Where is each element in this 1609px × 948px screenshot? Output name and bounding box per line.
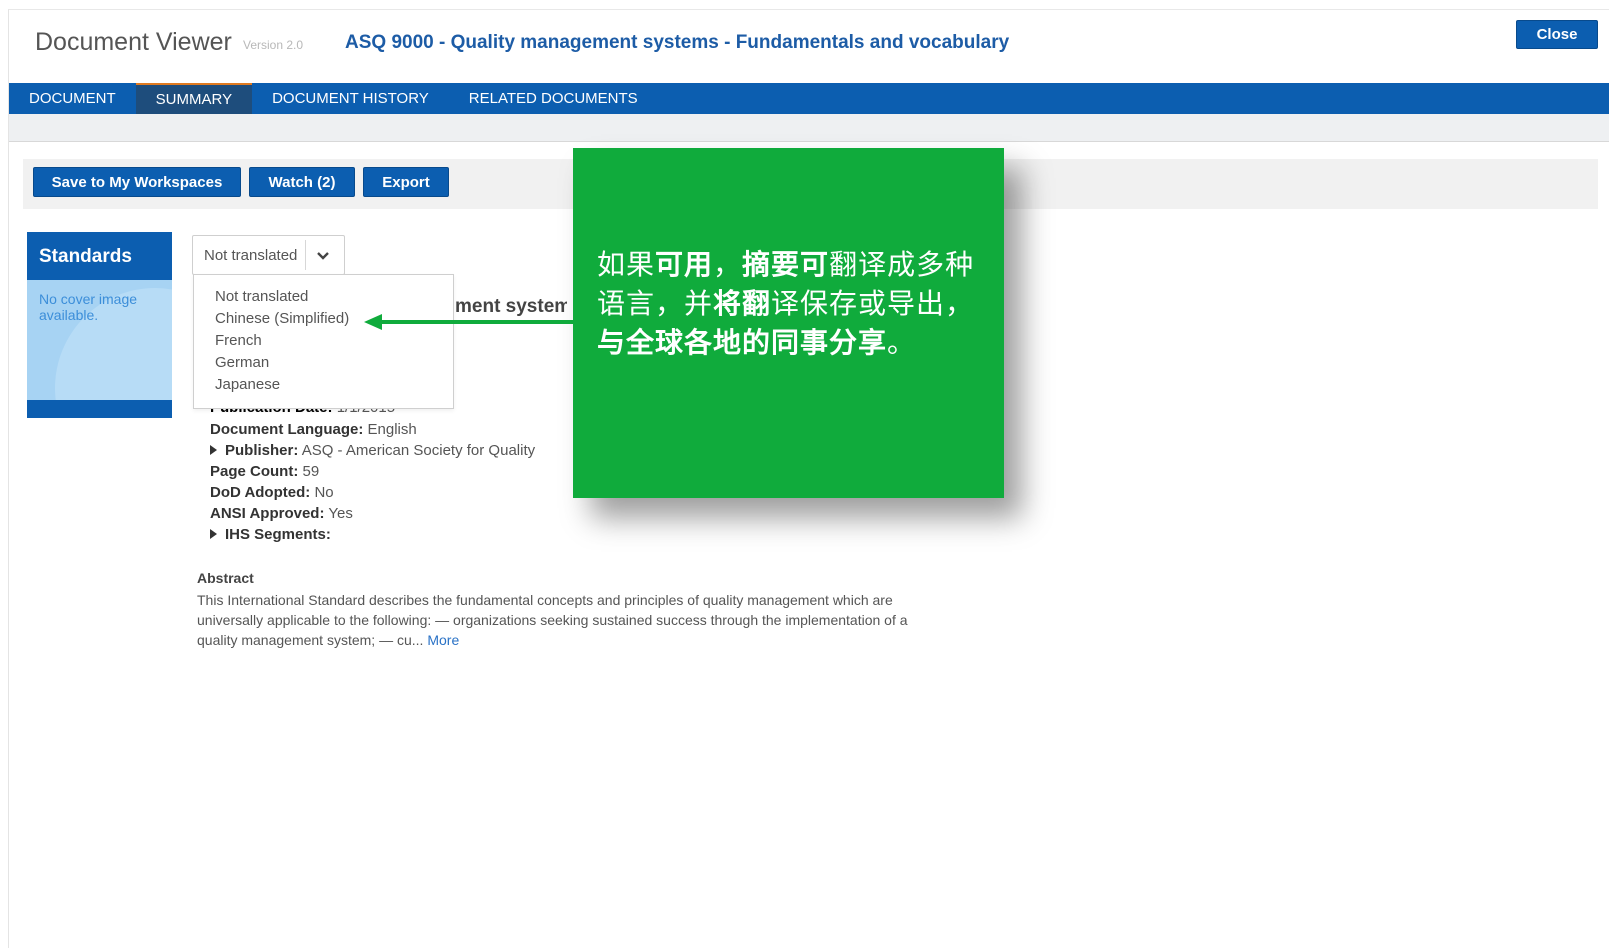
callout-segment: 将翻 [713, 287, 772, 320]
option-not-translated[interactable]: Not translated [215, 288, 308, 305]
document-language-label: Document Language: [210, 421, 364, 438]
arrow-left-icon [364, 314, 574, 330]
callout-segment: 译保存或导出， [771, 287, 975, 320]
tab-related-documents[interactable]: RELATED DOCUMENTS [449, 83, 658, 114]
category-heading: Standards [27, 232, 172, 280]
option-chinese-simplified[interactable]: Chinese (Simplified) [215, 310, 349, 327]
publisher-row[interactable]: Publisher: ASQ - American Society for Qu… [210, 442, 535, 459]
callout-segment: 翻 [829, 248, 859, 281]
document-viewer-window: Document Viewer Version 2.0 ASQ 9000 - Q… [8, 9, 1609, 948]
translation-select[interactable]: Not translated [192, 235, 345, 275]
cover-panel: Standards No cover image available. [27, 232, 172, 418]
expand-triangle-icon[interactable] [210, 529, 217, 539]
expand-triangle-icon[interactable] [210, 445, 217, 455]
callout-segment: 译成多种 [858, 248, 975, 281]
ansi-approved-row: ANSI Approved: Yes [210, 505, 353, 522]
abstract-text: This International Standard describes th… [197, 590, 927, 650]
tab-document[interactable]: DOCUMENT [9, 83, 136, 114]
callout-segment: 如果 [597, 248, 656, 281]
callout-segment: ， [713, 248, 743, 281]
option-german[interactable]: German [215, 354, 269, 371]
dod-adopted-value: No [314, 484, 334, 501]
dod-adopted-label: DoD Adopted: [210, 484, 311, 501]
publisher-value: ASQ - American Society for Quality [301, 442, 536, 459]
publisher-label: Publisher: [225, 442, 299, 459]
no-cover-note: No cover image available. [39, 291, 138, 323]
ansi-approved-value: Yes [328, 505, 353, 522]
document-title: ASQ 9000 - Quality management systems - … [345, 32, 1010, 53]
chevron-down-icon[interactable] [315, 248, 331, 264]
abstract-more-link[interactable]: More [427, 632, 459, 648]
select-divider [305, 240, 306, 270]
option-japanese[interactable]: Japanese [215, 376, 280, 393]
page-count-value: 59 [302, 463, 320, 480]
cover-panel-footer [27, 400, 172, 418]
abstract-heading: Abstract [197, 570, 254, 586]
abstract-body: This International Standard describes th… [197, 592, 908, 648]
ansi-approved-label: ANSI Approved: [210, 505, 325, 522]
dod-adopted-row: DoD Adopted: No [210, 484, 334, 501]
document-language-row: Document Language: English [210, 421, 417, 438]
ihs-segments-label: IHS Segments: [225, 526, 331, 543]
callout-segment: 可用 [655, 248, 714, 281]
tab-summary[interactable]: SUMMARY [135, 83, 253, 114]
callout-segment: 语言，并 [597, 287, 714, 320]
tab-document-history[interactable]: DOCUMENT HISTORY [252, 83, 449, 114]
translation-dropdown: Not translated Chinese (Simplified) Fren… [193, 274, 454, 409]
app-version: Version 2.0 [243, 38, 304, 52]
ihs-segments-row[interactable]: IHS Segments: [210, 526, 331, 543]
callout-segment: 与全球各地的同事分享 [597, 326, 888, 359]
callout-segment: 。 [887, 326, 917, 359]
callout-box: 如果可用，摘要可翻译成多种语言，并将翻译保存或导出， 与全球各地的同事分享。 [573, 148, 1004, 498]
app-title: Document Viewer [35, 28, 232, 56]
option-french[interactable]: French [215, 332, 262, 349]
callout-text: 如果可用，摘要可翻译成多种语言，并将翻译保存或导出， 与全球各地的同事分享。 [597, 245, 983, 362]
sub-toolbar [9, 114, 1609, 142]
watch-button[interactable]: Watch (2) [249, 167, 355, 197]
close-button[interactable]: Close [1516, 20, 1598, 49]
save-to-workspaces-button[interactable]: Save to My Workspaces [33, 167, 241, 197]
translation-select-value: Not translated [204, 247, 298, 264]
page-count-label: Page Count: [210, 463, 299, 480]
callout-segment: 摘要可 [742, 248, 830, 281]
page-count-row: Page Count: 59 [210, 463, 319, 480]
export-button[interactable]: Export [363, 167, 449, 197]
tab-bar: DOCUMENT SUMMARY DOCUMENT HISTORY RELATE… [9, 83, 1609, 114]
document-language-value: English [367, 421, 417, 438]
